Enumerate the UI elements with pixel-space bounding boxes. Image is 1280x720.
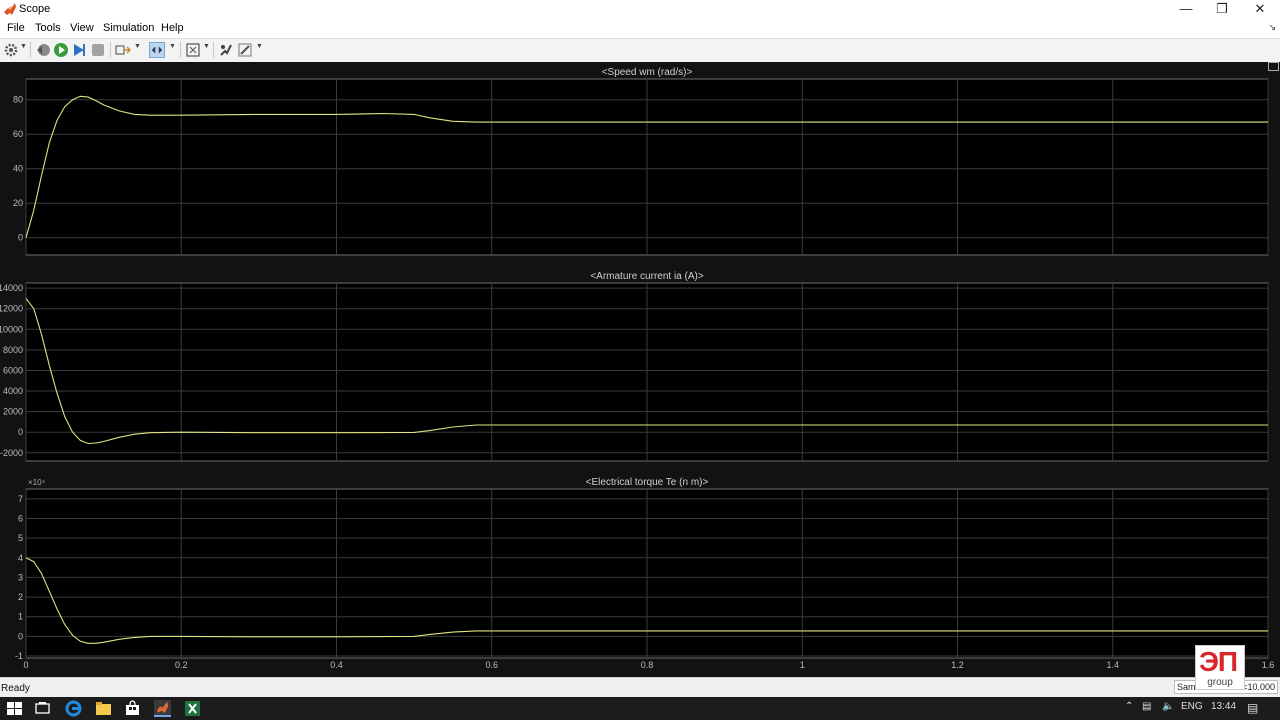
run-icon[interactable] — [53, 42, 69, 58]
signal-highlight-icon[interactable] — [115, 42, 131, 58]
y-tick-label: 8000 — [3, 345, 23, 355]
autoscale-dropdown-icon[interactable]: ▼ — [203, 43, 210, 50]
toolbar: ▼ ▼ ▼ ▼ ▼ — [0, 38, 1280, 63]
plot-title-3: <Electrical torque Te (n m)> — [586, 477, 709, 488]
x-tick-label: 1.4 — [1106, 660, 1119, 670]
store-icon[interactable] — [124, 700, 141, 717]
task-view-icon[interactable] — [34, 700, 51, 717]
y-tick-label: 10000 — [0, 324, 23, 334]
status-text: Ready — [1, 683, 30, 694]
stop-icon[interactable] — [90, 42, 106, 58]
menu-simulation[interactable]: Simulation — [103, 22, 154, 34]
y-tick-label: 7 — [18, 494, 23, 504]
y-tick-label: 2000 — [3, 407, 23, 417]
y-tick-label: 20 — [13, 198, 23, 208]
menu-tools[interactable]: Tools — [35, 22, 61, 34]
title-bar: Scope — ❐ ✕ — [0, 0, 1280, 18]
notifications-icon[interactable]: ▤ — [1247, 701, 1258, 715]
x-tick-label: 0.8 — [641, 660, 654, 670]
menu-file[interactable]: File — [7, 22, 25, 34]
file-explorer-icon[interactable] — [95, 700, 112, 717]
y-tick-label: 4000 — [3, 386, 23, 396]
y-tick-label: 12000 — [0, 304, 23, 314]
y-tick-label: 60 — [13, 129, 23, 139]
y-tick-label: 0 — [18, 427, 23, 437]
toolstrip-arrow-icon[interactable]: ↘ — [1268, 22, 1276, 33]
plot-title-1: <Speed wm (rad/s)> — [602, 67, 693, 78]
zoom-icon[interactable] — [149, 42, 165, 58]
y-tick-label: 6 — [18, 513, 23, 523]
edit-icon[interactable] — [237, 42, 253, 58]
y-tick-label: 40 — [13, 164, 23, 174]
plot-title-2: <Armature current ia (A)> — [590, 271, 704, 282]
scope-plots: 020406080<Speed wm (rad/s)>-200002000400… — [0, 67, 1275, 670]
toolbar-separator — [110, 42, 111, 58]
tray-chevron-icon[interactable]: ⌃ — [1125, 701, 1133, 712]
x-tick-label: 0 — [23, 660, 28, 670]
logo-mark: ЭП — [1199, 646, 1238, 677]
toolbar-separator — [180, 42, 181, 58]
y-tick-label: 80 — [13, 95, 23, 105]
matlab-icon[interactable] — [154, 700, 171, 717]
close-button[interactable]: ✕ — [1242, 0, 1278, 18]
sample-time-value: =10.000 — [1242, 682, 1275, 692]
window-title: Scope — [19, 3, 51, 15]
y-tick-label: 0 — [18, 233, 23, 243]
y-tick-label: 4 — [18, 553, 23, 563]
x-tick-label: 0.6 — [485, 660, 498, 670]
y-tick-label: 0 — [18, 631, 23, 641]
signal-dropdown-icon[interactable]: ▼ — [134, 43, 141, 50]
axis-multiplier: ×10⁴ — [28, 478, 46, 487]
minimize-button[interactable]: — — [1168, 0, 1204, 18]
clock[interactable]: 13:44 — [1211, 701, 1236, 712]
toolbar-separator — [213, 42, 214, 58]
channel-watermark-logo: ЭП group — [1195, 645, 1245, 690]
menu-bar: File Tools View Simulation Help ↘ — [0, 18, 1280, 38]
step-forward-icon[interactable] — [71, 42, 87, 58]
style-icon[interactable] — [218, 42, 234, 58]
taskbar: ⌃ ▤ 🔈 ENG 13:44 ▤ — [0, 697, 1280, 720]
volume-icon[interactable]: 🔈 — [1162, 701, 1174, 712]
menu-view[interactable]: View — [70, 22, 94, 34]
y-tick-label: 6000 — [3, 365, 23, 375]
windows-start-icon[interactable] — [6, 700, 23, 717]
x-tick-label: 1 — [800, 660, 805, 670]
excel-icon[interactable] — [184, 700, 201, 717]
edge-icon[interactable] — [65, 700, 82, 717]
logo-text: group — [1207, 677, 1233, 688]
x-tick-label: 0.2 — [175, 660, 188, 670]
gear-dropdown-icon[interactable]: ▼ — [20, 43, 27, 50]
sample-time-label: Sam — [1177, 682, 1196, 692]
restore-button[interactable]: ❐ — [1204, 0, 1240, 18]
autoscale-icon[interactable] — [185, 42, 201, 58]
toolbar-separator — [30, 42, 31, 58]
network-icon[interactable]: ▤ — [1142, 701, 1151, 712]
y-tick-label: 14000 — [0, 283, 23, 293]
y-tick-label: 1 — [18, 612, 23, 622]
y-tick-label: -2000 — [0, 448, 23, 458]
x-tick-label: 1.2 — [951, 660, 964, 670]
y-tick-label: 5 — [18, 533, 23, 543]
language-indicator[interactable]: ENG — [1181, 701, 1203, 712]
x-tick-label: 1.6 — [1262, 660, 1275, 670]
gear-icon[interactable] — [3, 42, 19, 58]
step-back-icon[interactable] — [35, 42, 51, 58]
x-tick-label: 0.4 — [330, 660, 343, 670]
matlab-app-icon — [4, 3, 16, 15]
y-tick-label: 3 — [18, 572, 23, 582]
status-bar: Ready — [0, 677, 1280, 698]
y-tick-label: -1 — [15, 651, 23, 661]
zoom-dropdown-icon[interactable]: ▼ — [169, 43, 176, 50]
menu-help[interactable]: Help — [161, 22, 184, 34]
y-tick-label: 2 — [18, 592, 23, 602]
edit-dropdown-icon[interactable]: ▼ — [256, 43, 263, 50]
